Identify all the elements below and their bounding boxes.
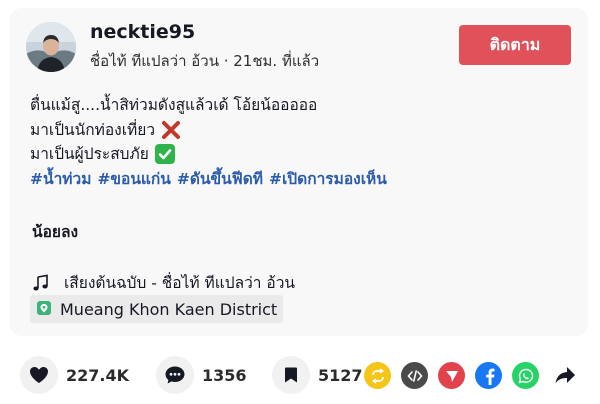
caption-text: มาเป็นนักท่องเที่ยว — [30, 120, 156, 139]
embed-icon[interactable] — [401, 362, 428, 389]
repost-icon[interactable] — [364, 362, 391, 389]
like-count: 227.4K — [66, 365, 130, 385]
comment-count: 1356 — [202, 365, 247, 385]
avatar[interactable] — [26, 22, 76, 72]
save-button[interactable]: 5127 — [272, 356, 363, 394]
facebook-icon[interactable] — [475, 362, 502, 389]
location-pin-icon — [37, 301, 51, 315]
send-icon[interactable] — [438, 362, 465, 389]
hashtag-row: #น้ำท่วม #ขอนแก่น #ดันขึ้นฟีดที #เปิดการ… — [30, 167, 393, 192]
post-card: necktie95 ชื่อไท้ ทีแปลว่า อ้วน · 21ชม. … — [10, 8, 588, 336]
music-title: เสียงต้นฉบับ - ชื่อไท้ ทีแปลว่า อ้วน — [64, 274, 296, 292]
bookmark-icon — [272, 356, 310, 394]
comment-icon — [156, 356, 194, 394]
caption-line: มาเป็นนักท่องเที่ยว — [30, 118, 393, 143]
caption-text: ตื่นแม้สู....น้ำสิท่วมดังสูแล้วเด้ โอ้ยน… — [30, 96, 318, 114]
hashtag-link[interactable]: #เปิดการมองเห็น — [269, 167, 387, 192]
comment-button[interactable]: 1356 — [156, 356, 247, 394]
action-bar: 227.4K 1356 5127 — [20, 356, 580, 394]
hashtag-link[interactable]: #น้ำท่วม — [30, 167, 91, 192]
whatsapp-icon[interactable] — [512, 362, 539, 389]
see-less-button[interactable]: น้อยลง — [32, 219, 78, 244]
cross-mark-icon — [161, 120, 181, 140]
hashtag-link[interactable]: #ขอนแก่น — [97, 167, 170, 192]
share-arrow-icon[interactable] — [554, 364, 576, 386]
username[interactable]: necktie95 — [90, 21, 195, 43]
check-mark-icon — [154, 144, 175, 165]
caption-line: ตื่นแม้สู....น้ำสิท่วมดังสูแล้วเด้ โอ้ยน… — [30, 93, 393, 118]
music-note-icon — [33, 274, 48, 290]
follow-button[interactable]: ติดตาม — [459, 25, 571, 65]
like-button[interactable]: 227.4K — [20, 356, 129, 394]
caption-line: มาเป็นผู้ประสบภัย — [30, 142, 393, 167]
location-tag[interactable]: Mueang Khon Kaen District — [30, 295, 284, 323]
caption: ตื่นแม้สู....น้ำสิท่วมดังสูแล้วเด้ โอ้ยน… — [30, 93, 393, 191]
music-link[interactable]: เสียงต้นฉบับ - ชื่อไท้ ทีแปลว่า อ้วน — [32, 270, 295, 295]
hashtag-link[interactable]: #ดันขึ้นฟีดที — [177, 167, 263, 192]
save-count: 5127 — [318, 365, 363, 385]
caption-text: มาเป็นผู้ประสบภัย — [30, 145, 149, 163]
location-name: Mueang Khon Kaen District — [60, 299, 278, 319]
heart-icon — [20, 356, 58, 394]
author-subline: ชื่อไท้ ทีแปลว่า อ้วน · 21ชม. ที่แล้ว — [90, 52, 320, 70]
